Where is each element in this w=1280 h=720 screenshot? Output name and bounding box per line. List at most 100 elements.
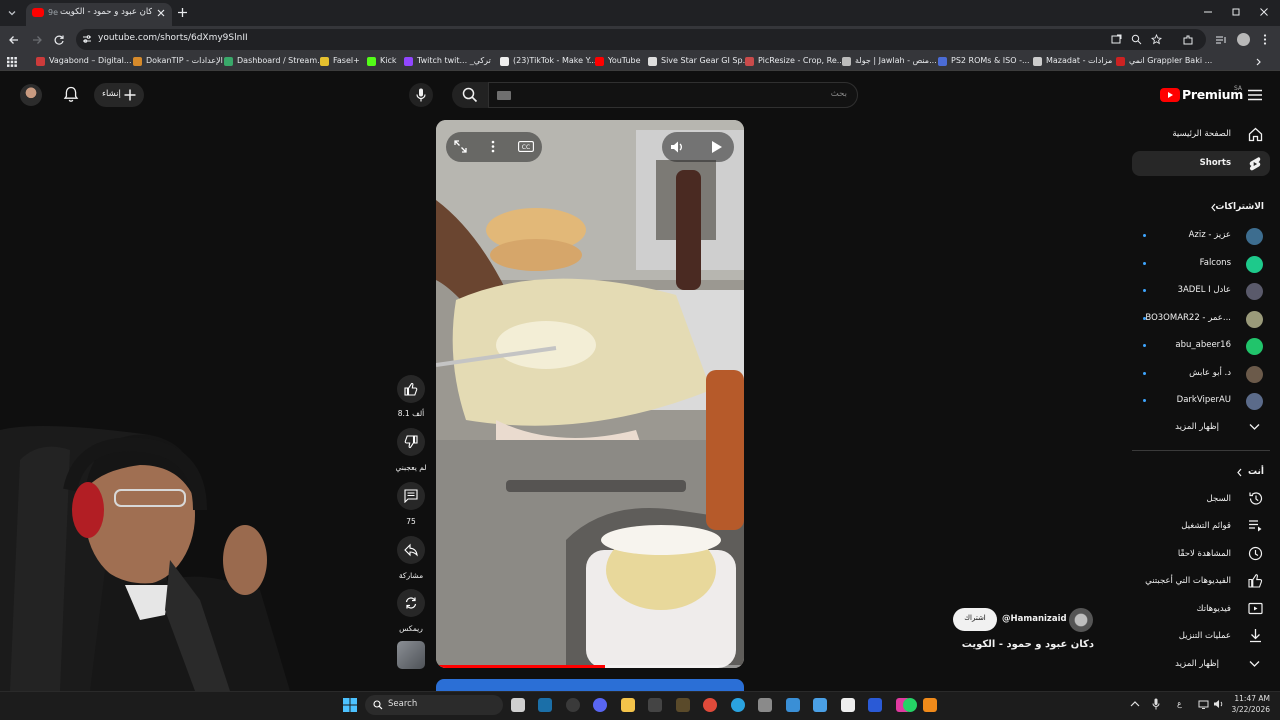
tray-mic-icon[interactable] [1152, 698, 1160, 710]
sidebar-item-liked[interactable]: الفيديوهات التي أعجبتني [1132, 572, 1270, 590]
bookmark-item[interactable]: YouTube [608, 56, 641, 65]
sidebar-item-home[interactable]: الصفحة الرئيسية [1132, 124, 1270, 146]
notifications-bell-icon[interactable] [63, 86, 79, 103]
tray-time[interactable]: 11:47 AM [1230, 694, 1270, 703]
bookmark-item[interactable]: جولة | Jawlah - منص... [855, 56, 937, 65]
windows-start-icon[interactable] [343, 698, 357, 712]
browser-tab-active[interactable]: 9e دكان عبود و حمود - الكويت [26, 3, 172, 26]
image-viewer-icon[interactable] [813, 698, 827, 712]
sidebar-item-your-videos[interactable]: فيديوهاتك [1132, 600, 1270, 618]
address-bar[interactable]: youtube.com/shorts/6dXmy9SlnII [76, 29, 1206, 50]
bookmark-item[interactable]: Vagabond – Digital... [49, 56, 132, 65]
bookmark-item[interactable]: انمي Grappler Baki ... [1129, 56, 1212, 65]
window-close-icon[interactable] [1259, 7, 1269, 17]
bookmark-item[interactable]: Mazadat - مزادات [1046, 56, 1112, 65]
capcut-icon[interactable] [841, 698, 855, 712]
bookmark-item[interactable]: PicResize - Crop, Re... [758, 56, 844, 65]
account-avatar[interactable] [20, 84, 42, 106]
window-maximize-icon[interactable] [1231, 7, 1241, 17]
comments-button[interactable] [397, 482, 425, 510]
bookmark-item[interactable]: DokanTIP - الإعدادات [146, 56, 223, 65]
fullscreen-icon[interactable] [454, 140, 467, 153]
steam-icon[interactable] [538, 698, 552, 712]
url-text[interactable]: youtube.com/shorts/6dXmy9SlnII [98, 33, 248, 43]
you-header[interactable]: أنت [1132, 464, 1270, 481]
sidebar-item-downloads[interactable]: عمليات التنزيل [1132, 627, 1270, 645]
tab-list-chevron-icon[interactable] [6, 7, 18, 19]
taskbar-search-box[interactable]: Search [365, 695, 503, 715]
chrome-icon[interactable] [703, 698, 717, 712]
subscribe-button[interactable]: اشتراك [953, 608, 997, 631]
task-view-icon[interactable] [511, 698, 525, 712]
bookmark-star-icon[interactable] [1151, 34, 1162, 45]
youtube-premium-logo[interactable]: Premium SA [1160, 85, 1243, 104]
sidebar-item-playlists[interactable]: قوائم التشغيل [1132, 517, 1270, 535]
obs-icon[interactable] [566, 698, 580, 712]
tray-date[interactable]: 3/22/2026 [1230, 705, 1270, 714]
subscriptions-header[interactable]: الاشتراكات [1132, 199, 1270, 216]
keyboard-icon[interactable] [497, 91, 511, 100]
remote-desktop-icon[interactable] [786, 698, 800, 712]
channel-avatar-icon [1246, 393, 1263, 410]
bookmark-item[interactable]: Dashboard / Stream... [237, 56, 325, 65]
media-controls-icon[interactable] [1215, 34, 1227, 46]
tray-volume-icon[interactable] [1213, 699, 1224, 709]
search-button[interactable] [452, 82, 488, 108]
like-button[interactable] [397, 375, 425, 403]
browser-menu-icon[interactable] [1262, 33, 1268, 46]
bookmark-item[interactable]: (23)TikTok - Make Y... [513, 56, 596, 65]
whatsapp-icon[interactable] [903, 698, 917, 712]
dislike-button[interactable] [397, 428, 425, 456]
discord-icon[interactable] [593, 698, 607, 712]
new-tab-plus-icon[interactable] [177, 7, 188, 18]
create-button[interactable]: إنشاء [94, 83, 144, 107]
settings-icon[interactable] [758, 698, 772, 712]
voice-search-button[interactable] [409, 83, 433, 107]
tray-network-icon[interactable] [1198, 700, 1209, 709]
window-minimize-icon[interactable] [1203, 7, 1213, 17]
remix-button[interactable] [397, 589, 425, 617]
extensions-icon[interactable] [1182, 34, 1194, 46]
file-explorer-icon[interactable] [621, 698, 635, 712]
tab-close-icon[interactable] [156, 8, 166, 18]
channel-avatar[interactable] [1069, 608, 1093, 632]
subscriptions-show-more[interactable]: إظهار المزيد [1132, 418, 1270, 436]
volume-icon[interactable] [669, 139, 685, 155]
audio-track-thumbnail[interactable] [397, 641, 425, 669]
bookmark-item[interactable]: Kick [380, 56, 397, 65]
bookmark-item[interactable]: Sive Star Gear GI Sp... [661, 56, 750, 65]
search-input[interactable]: بحث [488, 82, 858, 108]
tray-language-indicator[interactable]: ع [1177, 699, 1182, 708]
hamburger-menu-icon[interactable] [1248, 89, 1262, 101]
next-short-preview[interactable] [436, 679, 744, 691]
profile-avatar-icon[interactable] [1237, 33, 1250, 46]
feather-app-icon[interactable] [676, 698, 690, 712]
tray-chevron-up-icon[interactable] [1130, 700, 1140, 708]
install-app-icon[interactable] [1111, 34, 1122, 45]
bookmark-item[interactable]: Fasel+ [333, 56, 360, 65]
forward-arrow-icon[interactable] [31, 34, 43, 46]
telegram-icon[interactable] [731, 698, 745, 712]
more-options-icon[interactable] [490, 140, 496, 153]
progress-track[interactable] [436, 665, 744, 668]
site-info-icon[interactable] [82, 34, 92, 44]
terminal-icon[interactable] [648, 698, 662, 712]
zoom-icon[interactable] [1131, 34, 1142, 45]
back-arrow-icon[interactable] [8, 34, 20, 46]
play-icon[interactable] [711, 140, 723, 154]
sidebar-item-shorts[interactable]: Shorts [1132, 151, 1270, 176]
bookmarks-overflow-chevron-icon[interactable] [1254, 57, 1264, 67]
vlc-icon[interactable] [923, 698, 937, 712]
channel-handle[interactable]: @Hamanizaid [1002, 614, 1067, 624]
reload-icon[interactable] [53, 34, 65, 46]
sidebar-item-watch-later[interactable]: المشاهدة لاحقًا [1132, 545, 1270, 563]
bookmark-item[interactable]: PS2 ROMs & ISO -... [951, 56, 1030, 65]
you-show-more[interactable]: إظهار المزيد [1132, 655, 1270, 673]
share-button[interactable] [397, 536, 425, 564]
captions-icon[interactable]: CC [518, 141, 534, 152]
apps-grid-icon[interactable] [7, 57, 17, 67]
bookmark-item[interactable]: Twitch twit... _تركي [417, 56, 491, 65]
photoshop-icon[interactable] [868, 698, 882, 712]
short-video-player[interactable]: CC [436, 120, 744, 668]
sidebar-item-history[interactable]: السجل [1132, 490, 1270, 508]
